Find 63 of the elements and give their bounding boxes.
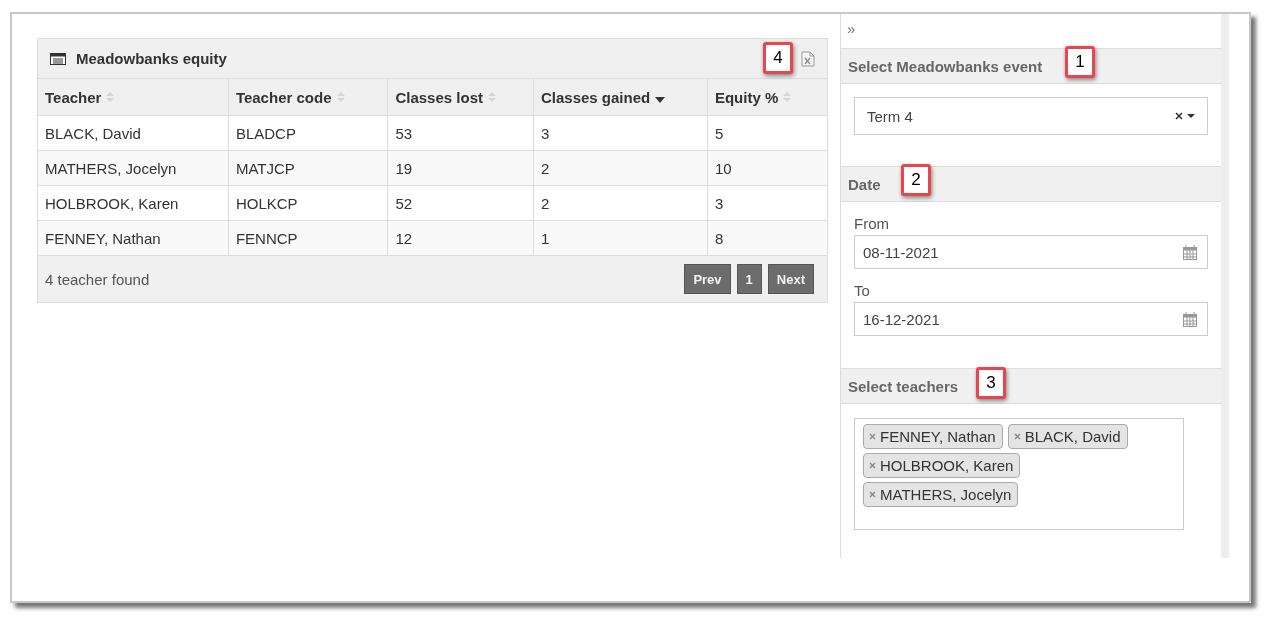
section-title: Select teachers <box>848 377 959 395</box>
table-cell: BLACK, David <box>38 115 229 151</box>
event-select[interactable]: Term 4 <box>854 97 1208 135</box>
field-label: To <box>854 282 871 299</box>
column-header[interactable]: Classes gained <box>533 79 708 116</box>
remove-icon[interactable] <box>869 462 876 469</box>
table-cell: 3 <box>533 115 708 151</box>
sort-icon <box>783 90 792 103</box>
table-cell: 53 <box>387 115 534 151</box>
remove-icon[interactable] <box>869 433 876 440</box>
table-cell: 2 <box>533 185 708 221</box>
date-field[interactable]: 08-11-2021 <box>854 235 1208 269</box>
section-title: Date <box>848 175 881 193</box>
callout-number: 2 <box>901 164 931 196</box>
callout-number: 4 <box>763 42 793 74</box>
column-header[interactable]: Classes lost <box>387 79 534 116</box>
callout-number: 3 <box>976 367 1006 399</box>
sort-descending-icon <box>655 96 666 103</box>
list-icon <box>50 52 66 65</box>
pagination-button[interactable]: Prev <box>684 264 731 294</box>
table-cell: 1 <box>533 220 708 256</box>
sort-icon <box>106 90 115 103</box>
pagination-button[interactable]: Next <box>767 264 814 294</box>
tag-label: FENNEY, Nathan <box>880 428 996 445</box>
spreadsheet-export-icon[interactable] <box>801 51 815 67</box>
table-cell: 3 <box>707 185 827 221</box>
table-cell: 2 <box>533 150 708 186</box>
remove-icon[interactable] <box>1013 433 1021 440</box>
table-cell: 19 <box>387 150 534 186</box>
collapse-toggle[interactable]: » <box>841 14 1221 48</box>
table-cell: 8 <box>707 220 827 256</box>
date-field[interactable]: 16-12-2021 <box>854 302 1208 336</box>
tag-label: MATHERS, Jocelyn <box>880 486 1012 503</box>
sort-icon <box>487 90 496 103</box>
column-header[interactable]: Teacher <box>38 79 229 116</box>
callout-number: 1 <box>1065 46 1095 78</box>
table-cell: FENNEY, Nathan <box>38 220 229 256</box>
tag-label: HOLBROOK, Karen <box>880 457 1014 474</box>
table-cell: BLADCP <box>228 115 388 151</box>
table-cell: HOLBROOK, Karen <box>38 185 229 221</box>
table-cell: MATHERS, Jocelyn <box>38 150 229 186</box>
caret-icon <box>1187 114 1195 118</box>
field-label: From <box>854 215 890 232</box>
clear-icon[interactable] <box>1175 112 1183 120</box>
teacher-multiselect[interactable]: FENNEY, Nathan BLACK, David HOLBROOK, Karen MATHERS, Jocelyn <box>854 418 1184 530</box>
sort-icon <box>336 90 345 103</box>
panel-title: Meadowbanks equity <box>76 50 227 67</box>
table-cell: 5 <box>707 115 827 151</box>
tag-label: BLACK, David <box>1024 428 1121 445</box>
remove-icon[interactable] <box>869 491 876 498</box>
table-cell: FENNCP <box>228 220 388 256</box>
table-cell: 12 <box>387 220 534 256</box>
column-header[interactable]: Teacher code <box>228 79 388 116</box>
section-title: Select Meadowbanks event <box>848 57 1043 75</box>
result-count: 4 teacher found <box>45 270 150 288</box>
column-header[interactable]: Equity % <box>707 79 827 116</box>
table-cell: 52 <box>387 185 534 221</box>
table-cell: MATJCP <box>228 150 388 186</box>
table-cell: HOLKCP <box>228 185 388 221</box>
calendar-icon[interactable] <box>1183 244 1197 260</box>
table-cell: 10 <box>707 150 827 186</box>
pagination-button[interactable]: 1 <box>736 264 762 294</box>
calendar-icon[interactable] <box>1183 311 1197 327</box>
